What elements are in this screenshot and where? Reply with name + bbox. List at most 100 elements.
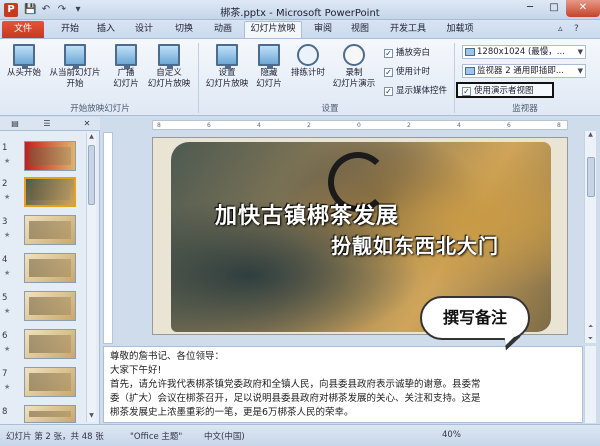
tab-insert[interactable]: 插入 <box>88 23 124 38</box>
slide-thumbnail[interactable] <box>24 141 76 171</box>
stopwatch-icon <box>297 44 319 66</box>
custom-slideshow-button[interactable]: 自定义 幻灯片放映 <box>144 44 194 90</box>
thumbnails-scrollbar[interactable]: ▲ ▼ <box>86 133 96 422</box>
slideshow-current-icon <box>64 44 86 69</box>
close-panel-icon[interactable]: ✕ <box>76 118 98 130</box>
slide-scrollbar[interactable]: ▲ ⏶ ⏷ <box>584 131 596 343</box>
slide-thumbnail[interactable] <box>24 291 76 321</box>
vertical-ruler <box>103 132 113 344</box>
ruler-tick: 2 <box>407 122 411 129</box>
setup-label-1: 设置 <box>218 68 236 78</box>
tab-transitions[interactable]: 切换 <box>164 23 204 38</box>
notes-line: 委（扩大）会议在梆茶召开，足以说明县委县政府对梆茶发展的关心、关注和支持。这是 <box>110 393 481 404</box>
checkmark-icon: ✓ <box>384 68 393 77</box>
group-label-monitors: 监视器 <box>512 104 538 114</box>
animation-star-icon: ★ <box>4 345 11 353</box>
tab-slide-show[interactable]: 幻灯片放映 <box>244 21 302 38</box>
ruler-tick: 6 <box>207 122 211 129</box>
zoom-level[interactable]: 40% <box>442 430 461 440</box>
ruler-tick: 2 <box>307 122 311 129</box>
hide-slide-icon <box>258 44 280 69</box>
scrollbar-thumb[interactable] <box>587 157 595 197</box>
slide-thumbnail[interactable] <box>24 253 76 283</box>
record-icon <box>343 44 365 66</box>
use-presenter-view-label: 使用演示者视图 <box>474 86 534 96</box>
animation-star-icon: ★ <box>4 307 11 315</box>
next-slide-icon[interactable]: ⏷ <box>585 335 596 343</box>
slide-thumbnail[interactable] <box>24 367 76 397</box>
tab-animations[interactable]: 动画 <box>204 23 242 38</box>
monitor-dropdown[interactable]: 监视器 2 通用即插即... ▼ <box>462 64 586 78</box>
record-label-2: 幻灯片演示 <box>332 79 376 89</box>
tab-file[interactable]: 文件 <box>2 21 44 38</box>
notes-pane[interactable]: 尊敬的詹书记、各位领导： 大家下午好! 首先，请允许我代表梆茶镇党委政府和全镇人… <box>103 346 583 423</box>
hide-label-2: 幻灯片 <box>256 79 282 89</box>
notes-line: 首先，请允许我代表梆茶镇党委政府和全镇人民，向县委县政府表示诚挚的谢意。县委常 <box>110 379 481 390</box>
slide-number: 3 <box>2 217 8 227</box>
play-narrations-checkbox[interactable]: ✓ 播放旁白 <box>384 47 430 59</box>
hide-slide-button[interactable]: 隐藏 幻灯片 <box>252 44 286 90</box>
ruler-tick: 6 <box>507 122 511 129</box>
tab-design[interactable]: 设计 <box>124 23 164 38</box>
chevron-down-icon: ▼ <box>577 48 583 56</box>
custom-label-1: 自定义 <box>156 68 182 78</box>
ruler-tick: 0 <box>357 122 361 129</box>
show-media-controls-checkbox[interactable]: ✓ 显示媒体控件 <box>384 85 447 97</box>
slide-subtitle[interactable]: 扮靓如东西北大门 <box>331 230 499 259</box>
animation-star-icon: ★ <box>4 269 11 277</box>
scrollbar-thumb[interactable] <box>88 145 95 205</box>
tab-view[interactable]: 视图 <box>342 23 378 38</box>
from-beginning-label: 从头开始 <box>6 68 41 78</box>
tab-home[interactable]: 开始 <box>52 23 88 38</box>
use-presenter-view-checkbox[interactable]: ✓ 使用演示者视图 <box>462 85 534 97</box>
slide-thumbnail[interactable] <box>24 329 76 359</box>
broadcast-slideshow-button[interactable]: 广播 幻灯片 <box>108 44 144 90</box>
scroll-down-icon[interactable]: ▼ <box>87 412 96 422</box>
scroll-up-icon[interactable]: ▲ <box>87 133 96 143</box>
ribbon-minimize-icon[interactable]: ▵ <box>558 24 563 34</box>
chevron-down-icon: ▼ <box>577 67 583 75</box>
scroll-up-icon[interactable]: ▲ <box>585 131 596 138</box>
monitor-icon <box>465 48 475 56</box>
title-bar: P 💾 ↶ ↷ ▾ 梆茶.pptx - Microsoft PowerPoint… <box>0 0 600 20</box>
record-slideshow-button[interactable]: 录制 幻灯片演示 <box>328 44 380 90</box>
slide-thumbnail[interactable] <box>24 215 76 245</box>
minimize-button[interactable]: ─ <box>518 0 542 17</box>
help-icon[interactable]: ? <box>574 24 579 34</box>
setup-slideshow-button[interactable]: 设置 幻灯片放映 <box>202 44 252 90</box>
setup-slideshow-icon <box>216 44 238 69</box>
group-label-setup: 设置 <box>321 104 339 114</box>
slide-thumbnail-selected[interactable] <box>24 177 76 207</box>
tab-developer[interactable]: 开发工具 <box>382 23 434 38</box>
resolution-value: 1280x1024 (最慢，... <box>477 47 565 57</box>
tab-review[interactable]: 审阅 <box>306 23 340 38</box>
slide-number: 7 <box>2 369 8 379</box>
notes-scrollbar[interactable] <box>584 346 596 423</box>
group-separator <box>454 43 455 113</box>
language-status[interactable]: 中文(中国) <box>204 430 245 442</box>
ribbon-tabs: 文件 开始 插入 设计 切换 动画 幻灯片放映 审阅 视图 开发工具 加载项 ▵… <box>0 20 600 38</box>
notes-line: 梆茶发展史上浓墨重彩的一笔，更是6万梆茶人民的荣幸。 <box>110 407 354 418</box>
close-button[interactable]: ✕ <box>566 0 600 17</box>
outline-tab-icon[interactable]: ☰ <box>36 118 58 130</box>
from-beginning-button[interactable]: 从头开始 <box>6 44 42 79</box>
ruler-tick: 4 <box>257 122 261 129</box>
use-timings-checkbox[interactable]: ✓ 使用计时 <box>384 66 430 78</box>
from-current-slide-button[interactable]: 从当前幻灯片 开始 <box>46 44 104 90</box>
maximize-button[interactable]: □ <box>542 0 566 17</box>
ruler-tick: 8 <box>157 122 161 129</box>
slide-number: 4 <box>2 255 8 265</box>
resolution-dropdown[interactable]: 1280x1024 (最慢，... ▼ <box>462 45 586 59</box>
monitor-value: 监视器 2 通用即插即... <box>477 66 564 76</box>
rehearse-timings-button[interactable]: 排练计时 <box>288 44 328 79</box>
slide-thumbnail[interactable] <box>24 405 76 423</box>
slide-title[interactable]: 加快古镇梆茶发展 <box>215 198 399 230</box>
previous-slide-icon[interactable]: ⏶ <box>585 323 596 331</box>
slides-tab-icon[interactable]: ▤ <box>4 118 26 130</box>
slide-number: 8 <box>2 407 8 417</box>
hide-label-1: 隐藏 <box>260 68 278 78</box>
broadcast-icon <box>115 44 137 69</box>
tab-add-ins[interactable]: 加载项 <box>438 23 482 38</box>
theme-status[interactable]: "Office 主题" <box>130 430 182 442</box>
slide-count-status: 幻灯片 第 2 张，共 48 张 <box>6 432 104 442</box>
